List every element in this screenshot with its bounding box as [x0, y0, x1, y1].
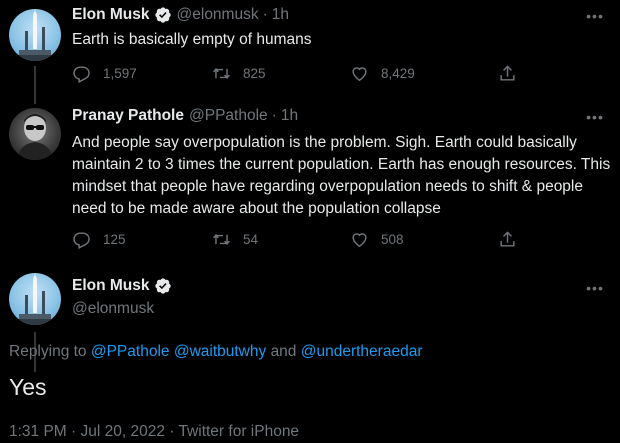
share-button[interactable] — [498, 230, 517, 249]
heart-icon — [352, 66, 367, 81]
person-avatar-image — [17, 114, 53, 160]
rocket-avatar-image — [9, 10, 61, 61]
replying-to: Replying to @PPathole @waitbutwhy and @u… — [9, 343, 422, 361]
separator-dot: · — [271, 107, 277, 124]
heart-icon — [352, 232, 367, 247]
tweet-actions: 1,597 825 8,429 — [72, 62, 552, 84]
tweet-text: And people say overpopulation is the pro… — [72, 134, 611, 217]
author-handle[interactable]: @PPathole — [189, 107, 268, 125]
reply-button[interactable]: 125 — [72, 230, 212, 249]
tweet-actions: 125 54 508 — [72, 228, 552, 250]
tweet-timestamp[interactable]: 1:31 PM · Jul 20, 2022 · Twitter for iPh… — [9, 423, 299, 441]
rocket-avatar-image — [9, 274, 61, 325]
thread-line — [34, 66, 36, 104]
tweet-header: Elon Musk — [72, 277, 172, 295]
tweet-header: Pranay Pathole @PPathole · 1h — [72, 107, 298, 125]
separator-dot: · — [262, 6, 268, 23]
avatar[interactable] — [9, 9, 61, 61]
tweet-header: Elon Musk @elonmusk · 1h — [72, 6, 289, 24]
replying-prefix: Replying to — [9, 343, 87, 360]
reply-icon — [73, 65, 90, 83]
share-button[interactable] — [498, 64, 517, 83]
avatar[interactable] — [9, 273, 61, 325]
author-handle[interactable]: @elonmusk — [177, 6, 259, 24]
retweet-icon — [213, 67, 230, 79]
like-button[interactable]: 508 — [350, 230, 498, 249]
tweet-text: Earth is basically empty of humans — [72, 31, 312, 48]
retweet-count: 825 — [243, 65, 266, 81]
share-icon — [500, 64, 515, 81]
tweet-time[interactable]: 1h — [272, 6, 289, 24]
tweet-time[interactable]: 1h — [281, 107, 298, 125]
like-button[interactable]: 8,429 — [350, 64, 498, 83]
author-name[interactable]: Pranay Pathole — [72, 107, 184, 125]
share-icon — [500, 230, 515, 247]
main-tweet-text: Yes — [9, 374, 47, 400]
more-options-icon[interactable]: ••• — [585, 109, 605, 125]
reply-count: 1,597 — [103, 65, 137, 81]
more-options-icon[interactable]: ••• — [585, 8, 605, 24]
more-options-icon[interactable]: ••• — [585, 280, 605, 296]
verified-badge-icon — [154, 278, 171, 294]
mention-link[interactable]: @undertheraedar — [301, 343, 423, 360]
retweet-icon — [213, 233, 230, 245]
mention-link[interactable]: @PPathole — [91, 343, 170, 360]
verified-badge-icon — [154, 7, 171, 23]
like-count: 8,429 — [381, 65, 415, 81]
tweet-pranay[interactable]: Pranay Pathole @PPathole · 1h ••• And pe… — [0, 100, 620, 372]
like-count: 508 — [381, 231, 404, 247]
author-name[interactable]: Elon Musk — [72, 277, 150, 295]
reply-icon — [73, 231, 90, 249]
avatar[interactable] — [9, 108, 61, 160]
mention-link[interactable]: @waitbutwhy — [174, 343, 266, 360]
retweet-button[interactable]: 54 — [212, 230, 350, 249]
replying-and: and — [270, 343, 297, 360]
author-name[interactable]: Elon Musk — [72, 6, 150, 24]
tweet-elon-1[interactable]: Elon Musk @elonmusk · 1h ••• Earth is ba… — [0, 0, 620, 104]
retweet-button[interactable]: 825 — [212, 64, 350, 83]
author-handle[interactable]: @elonmusk — [72, 300, 154, 318]
reply-button[interactable]: 1,597 — [72, 64, 212, 83]
retweet-count: 54 — [243, 231, 259, 247]
reply-count: 125 — [103, 231, 126, 247]
